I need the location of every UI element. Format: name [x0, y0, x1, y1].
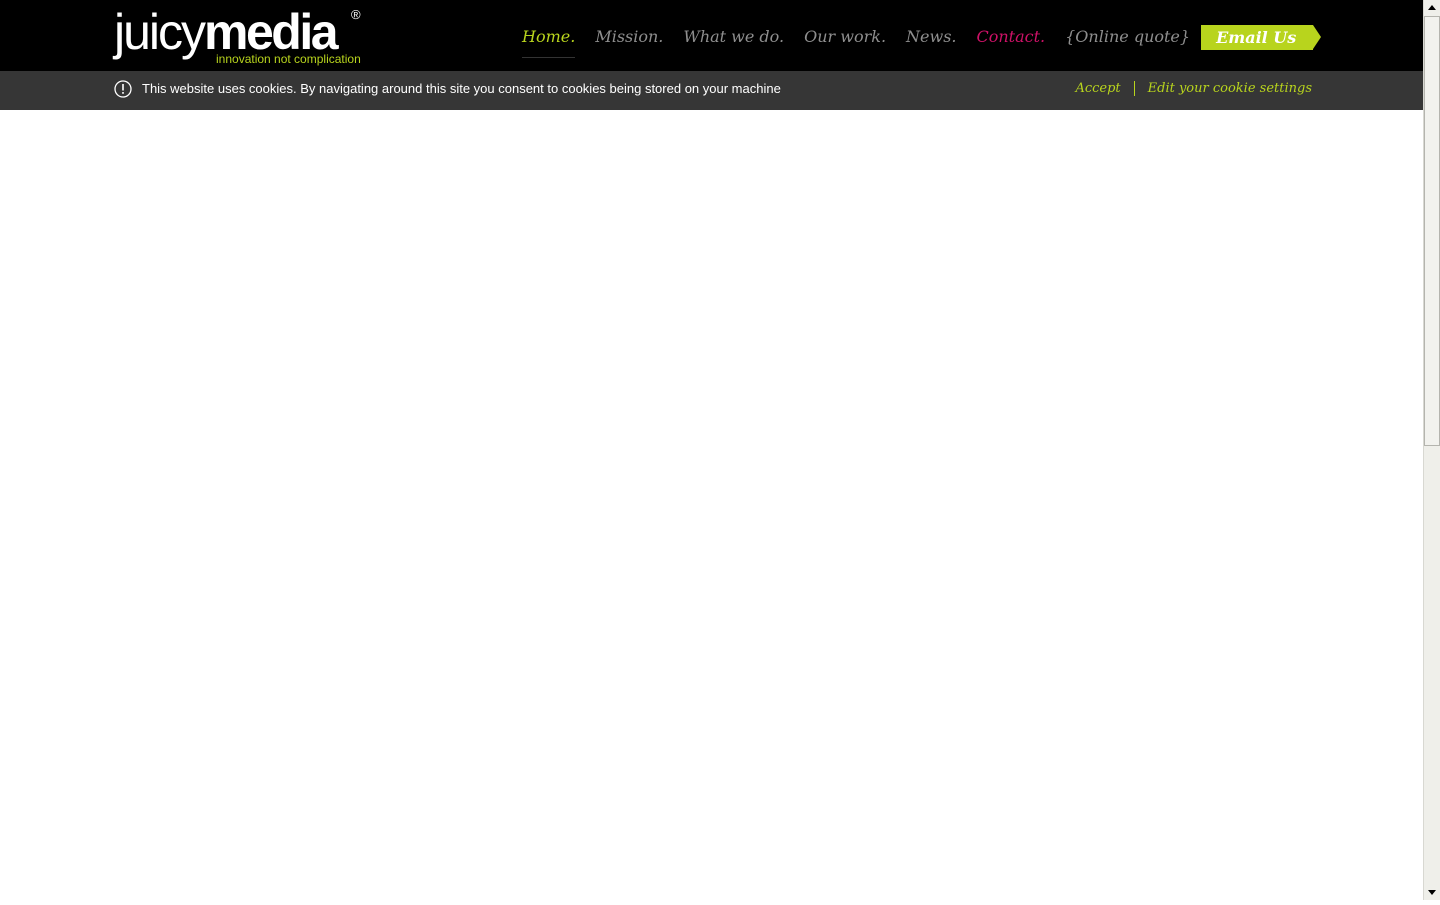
nav-contact[interactable]: Contact.	[967, 23, 1056, 51]
email-us-button[interactable]: Email Us	[1201, 24, 1322, 50]
main-nav: Home. Mission. What we do. Our work. New…	[512, 22, 1322, 58]
exclamation-circle-icon	[114, 80, 132, 98]
cookie-actions: Accept Edit your cookie settings	[1075, 80, 1312, 97]
cookie-accept-link[interactable]: Accept	[1075, 80, 1120, 97]
triangle-down-icon	[1428, 890, 1436, 895]
cookie-banner: This website uses cookies. By navigating…	[0, 71, 1423, 110]
scrollbar-thumb[interactable]	[1424, 16, 1440, 446]
nav-home[interactable]: Home.	[512, 23, 585, 58]
scroll-down-button[interactable]	[1424, 884, 1440, 900]
page-viewport: juicymedia ® innovation not complication…	[0, 0, 1423, 900]
cookie-divider	[1133, 81, 1135, 96]
triangle-up-icon	[1428, 5, 1436, 10]
nav-mission[interactable]: Mission.	[585, 23, 673, 51]
scroll-up-button[interactable]	[1424, 0, 1440, 16]
nav-online-quote[interactable]: {Online quote}	[1055, 23, 1200, 51]
nav-news[interactable]: News.	[896, 23, 966, 51]
nav-our-work[interactable]: Our work.	[794, 23, 896, 51]
logo-word-juicy: juicy	[114, 4, 206, 60]
site-header: juicymedia ® innovation not complication…	[0, 0, 1423, 71]
registered-mark: ®	[351, 7, 361, 22]
cookie-message: This website uses cookies. By navigating…	[142, 81, 781, 96]
brand-tagline: innovation not complication	[216, 52, 361, 66]
cookie-settings-link[interactable]: Edit your cookie settings	[1148, 80, 1312, 97]
nav-what-we-do[interactable]: What we do.	[673, 23, 794, 51]
vertical-scrollbar[interactable]	[1423, 0, 1440, 900]
brand-logo[interactable]: juicymedia ® innovation not complication	[114, 4, 374, 68]
